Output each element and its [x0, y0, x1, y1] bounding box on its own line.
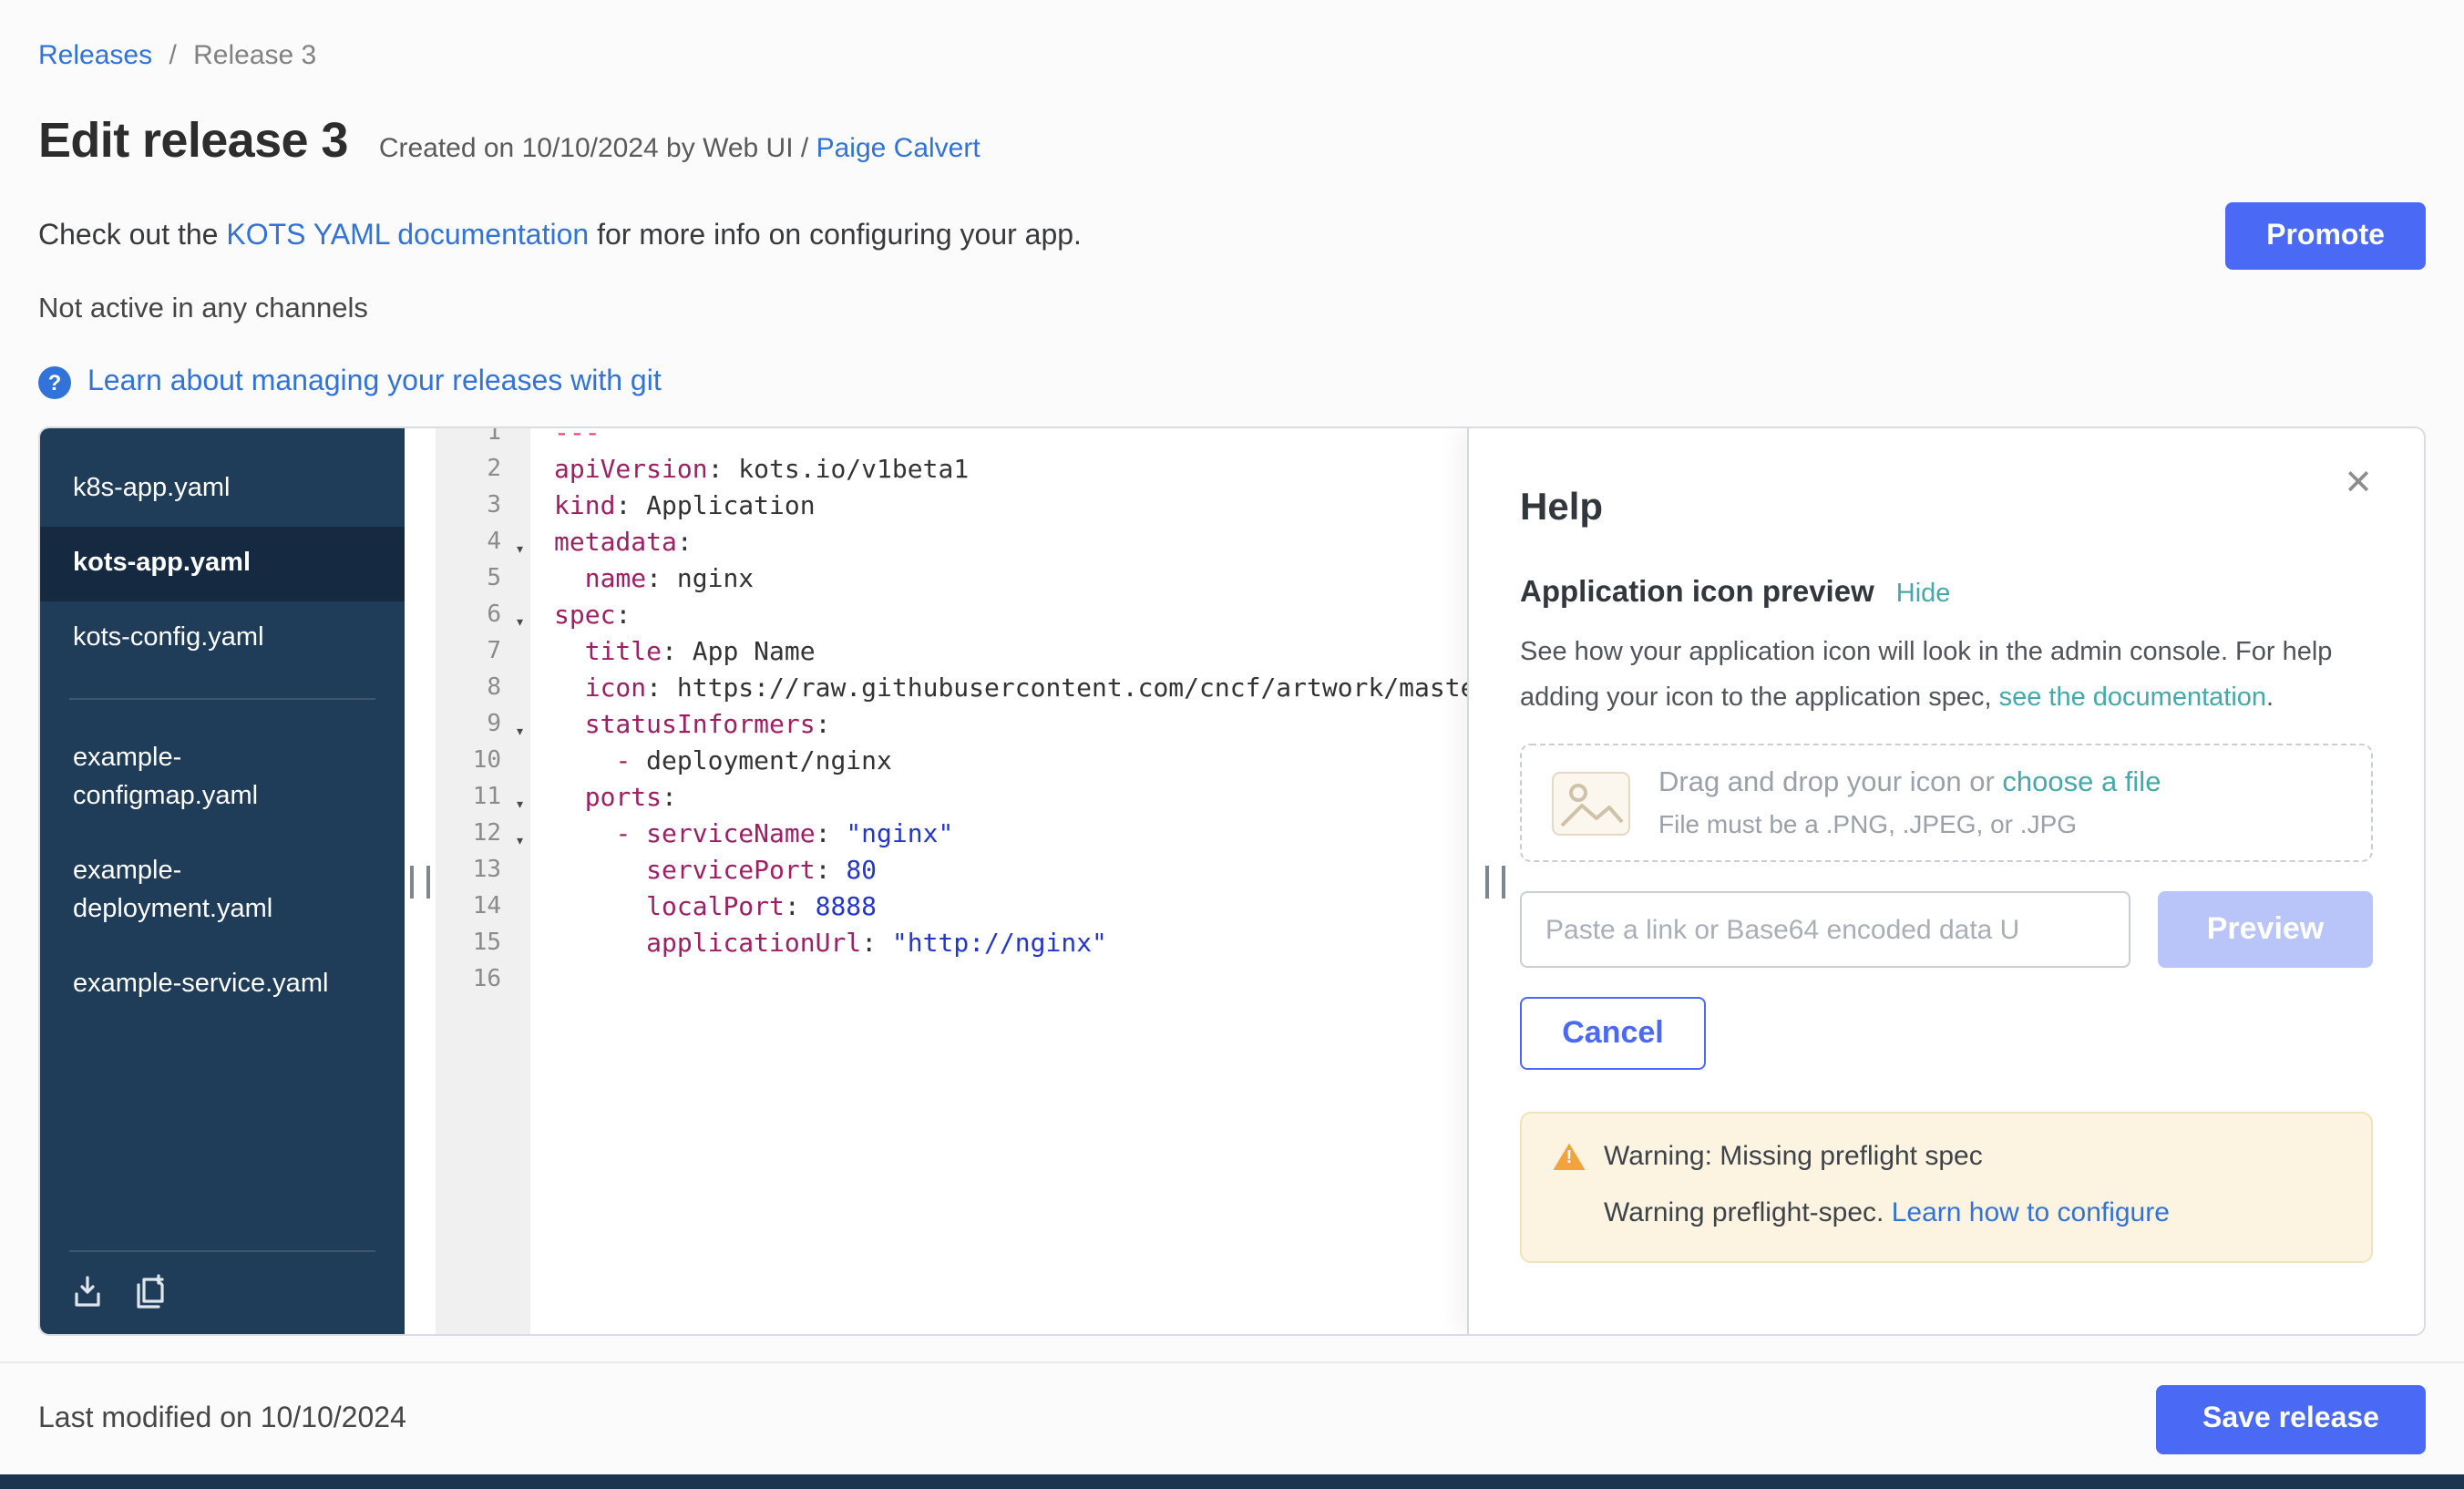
file-tree-item[interactable]: example-deployment.yaml [40, 835, 405, 948]
page-title: Edit release 3 [38, 113, 348, 169]
code-line[interactable]: localPort: 8888 [554, 889, 1467, 926]
code-line[interactable]: kind: Application [554, 488, 1467, 525]
gutter-line: 9▾ [436, 707, 530, 744]
breadcrumb-separator: / [169, 40, 176, 71]
created-info: Created on 10/10/2024 by Web UI / Paige … [379, 133, 980, 164]
image-placeholder-icon [1551, 771, 1631, 837]
question-icon: ? [38, 366, 71, 399]
gutter-lines: 1234▾56▾789▾1011▾12▾13141516 [436, 428, 530, 999]
gutter-line: 4▾ [436, 525, 530, 561]
gutter-line: 1 [436, 428, 530, 452]
hide-link[interactable]: Hide [1896, 580, 1951, 609]
new-file-icon[interactable] [131, 1274, 168, 1310]
git-releases-link[interactable]: Learn about managing your releases with … [87, 366, 662, 399]
file-tree-item[interactable]: kots-config.yaml [40, 601, 405, 676]
help-panel: ✕ Help Application icon preview Hide See… [1467, 428, 2424, 1334]
code-lines: ---apiVersion: kots.io/v1beta1kind: Appl… [554, 428, 1467, 999]
file-tree-bottom-divider [69, 1250, 375, 1252]
docs-suffix: for more info on configuring your app. [589, 220, 1082, 251]
gutter-line: 12▾ [436, 816, 530, 853]
dropzone-line1: Drag and drop your icon or choose a file [1658, 768, 2161, 801]
help-resize-handle[interactable] [1485, 865, 1505, 898]
promote-button[interactable]: Promote [2225, 202, 2426, 270]
dropzone-file-types: File must be a .PNG, .JPEG, or .JPG [1658, 810, 2161, 839]
last-modified: Last modified on 10/10/2024 [38, 1403, 406, 1436]
breadcrumb-releases-link[interactable]: Releases [38, 40, 152, 71]
gutter-line: 16 [436, 962, 530, 999]
docs-prefix: Check out the [38, 220, 226, 251]
save-release-button[interactable]: Save release [2156, 1385, 2426, 1454]
help-description-period: . [2266, 683, 2274, 712]
icon-preview-title: Application icon preview [1520, 576, 1874, 611]
gutter-line: 5 [436, 561, 530, 598]
file-tree-item[interactable]: example-service.yaml [40, 948, 405, 1022]
gutter-line: 8 [436, 671, 530, 707]
code-line[interactable]: title: App Name [554, 634, 1467, 671]
warning-icon [1553, 1144, 1586, 1171]
warning-detail-text: Warning preflight-spec. [1604, 1198, 1892, 1229]
code-line[interactable]: spec: [554, 598, 1467, 634]
sidebar-resize-handle[interactable] [410, 865, 430, 898]
file-tree-item[interactable]: kots-app.yaml [40, 527, 405, 601]
learn-how-to-configure-link[interactable]: Learn how to configure [1892, 1198, 2170, 1229]
preview-button[interactable]: Preview [2158, 892, 2373, 969]
gutter-line: 2 [436, 452, 530, 488]
icon-url-input[interactable] [1520, 892, 2130, 969]
code-line[interactable]: ports: [554, 780, 1467, 816]
code-line[interactable] [554, 962, 1467, 999]
pane-gap [405, 428, 436, 1334]
created-text: Created on 10/10/2024 by Web UI / [379, 133, 816, 164]
choose-file-link[interactable]: choose a file [2002, 768, 2161, 799]
help-description: See how your application icon will look … [1520, 631, 2373, 721]
code-line[interactable]: --- [554, 428, 1467, 452]
gutter-line: 6▾ [436, 598, 530, 634]
gutter: 1234▾56▾789▾1011▾12▾13141516 [436, 428, 530, 1334]
author-link[interactable]: Paige Calvert [816, 133, 980, 164]
warning-box: Warning: Missing preflight spec Warning … [1520, 1113, 2373, 1264]
warning-detail: Warning preflight-spec. Learn how to con… [1553, 1198, 2340, 1229]
code-line[interactable]: apiVersion: kots.io/v1beta1 [554, 452, 1467, 488]
footer: Last modified on 10/10/2024 Save release [0, 1361, 2464, 1454]
git-help-row: ? Learn about managing your releases wit… [38, 366, 2426, 399]
help-title: Help [1520, 487, 2373, 530]
close-icon[interactable]: ✕ [2333, 461, 2384, 507]
breadcrumb-current: Release 3 [193, 40, 316, 71]
release-editor-page: Releases / Release 3 Edit release 3 Crea… [0, 0, 2464, 1489]
warning-title: Warning: Missing preflight spec [1604, 1142, 1983, 1173]
gutter-line: 14 [436, 889, 530, 926]
code-line[interactable]: statusInformers: [554, 707, 1467, 744]
code-line[interactable]: applicationUrl: "http://nginx" [554, 926, 1467, 962]
kots-yaml-docs-link[interactable]: KOTS YAML documentation [226, 220, 589, 251]
gutter-line: 3 [436, 488, 530, 525]
docs-line: Check out the KOTS YAML documentation fo… [38, 220, 1082, 252]
code-line[interactable]: - serviceName: "nginx" [554, 816, 1467, 853]
file-tree-secondary: example-configmap.yamlexample-deployment… [40, 722, 405, 1022]
file-tree-item[interactable]: k8s-app.yaml [40, 452, 405, 527]
file-tree: k8s-app.yamlkots-app.yamlkots-config.yam… [40, 428, 405, 1334]
file-tree-item[interactable]: example-configmap.yaml [40, 722, 405, 835]
code-area[interactable]: ---apiVersion: kots.io/v1beta1kind: Appl… [530, 428, 1467, 1334]
code-line[interactable]: name: nginx [554, 561, 1467, 598]
gutter-line: 11▾ [436, 780, 530, 816]
file-tree-divider [69, 698, 375, 700]
code-line[interactable]: servicePort: 80 [554, 853, 1467, 889]
release-editor: k8s-app.yamlkots-app.yamlkots-config.yam… [38, 426, 2426, 1336]
gutter-line: 10 [436, 744, 530, 780]
see-documentation-link[interactable]: see the documentation [1999, 683, 2266, 712]
gutter-line: 13 [436, 853, 530, 889]
icon-dropzone[interactable]: Drag and drop your icon or choose a file… [1520, 744, 2373, 863]
gutter-line: 7 [436, 634, 530, 671]
code-line[interactable]: - deployment/nginx [554, 744, 1467, 780]
code-line[interactable]: metadata: [554, 525, 1467, 561]
channel-status: Not active in any channels [38, 293, 2426, 326]
cancel-button[interactable]: Cancel [1520, 998, 1706, 1071]
breadcrumb: Releases / Release 3 [38, 0, 2426, 71]
dropzone-text: Drag and drop your icon or [1658, 768, 2002, 799]
file-tree-primary: k8s-app.yamlkots-app.yamlkots-config.yam… [40, 452, 405, 676]
import-file-icon[interactable] [69, 1274, 106, 1310]
yaml-editor[interactable]: 1234▾56▾789▾1011▾12▾13141516 ---apiVersi… [436, 428, 1467, 1334]
gutter-line: 15 [436, 926, 530, 962]
code-line[interactable]: icon: https://raw.githubusercontent.com/… [554, 671, 1467, 707]
bottom-strip [0, 1474, 2464, 1489]
